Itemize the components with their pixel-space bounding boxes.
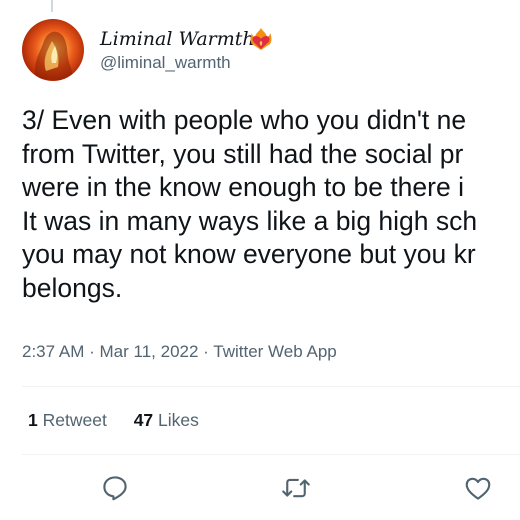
heart-on-fire-icon: [250, 28, 272, 50]
like-icon: [465, 477, 491, 500]
meta-separator: ·: [89, 342, 95, 361]
likes-count: 47: [133, 410, 154, 430]
likes-stat[interactable]: 47 Likes: [134, 410, 199, 431]
author-handle[interactable]: @liminal_warmth: [100, 53, 231, 73]
tweet-text-line: It was in many ways like a big high sch: [22, 205, 478, 236]
tweet-text-line: 3/ Even with people who you didn't ne: [22, 105, 467, 135]
like-button[interactable]: [463, 473, 493, 503]
avatar-image: [34, 31, 73, 81]
tweet-time[interactable]: 2:37 AM: [22, 342, 84, 361]
reply-icon: [103, 476, 127, 501]
retweet-icon: [282, 478, 310, 498]
tweet-meta: 2:37 AM · Mar 11, 2022 · Twitter Web App: [22, 342, 337, 362]
retweet-button[interactable]: [281, 473, 311, 503]
retweets-count: 1: [28, 410, 38, 430]
avatar[interactable]: [22, 19, 84, 81]
author-display-name[interactable]: Liminal Warmth: [100, 28, 255, 50]
retweets-label: Retweet: [42, 410, 107, 430]
divider: [22, 454, 520, 455]
tweet-actions: [0, 468, 520, 508]
tweet-text-line: belongs.: [22, 272, 123, 303]
thread-connector-line: [51, 0, 53, 12]
tweet-source[interactable]: Twitter Web App: [213, 342, 336, 361]
tweet-text: 3/ Even with people who you didn't ne fr…: [22, 104, 520, 306]
retweets-stat[interactable]: 1 Retweet: [28, 410, 107, 431]
meta-separator: ·: [203, 342, 209, 361]
tweet-stats: 1 Retweet 47 Likes: [28, 410, 199, 431]
tweet-date[interactable]: Mar 11, 2022: [100, 342, 199, 361]
reply-button[interactable]: [100, 473, 130, 503]
tweet-text-line: were in the know enough to be there i: [22, 172, 464, 203]
divider: [22, 386, 520, 387]
likes-label: Likes: [158, 410, 199, 430]
tweet-text-line: from Twitter, you still had the social p…: [22, 138, 464, 169]
tweet-text-line: you may not know everyone but you kr: [22, 239, 476, 270]
